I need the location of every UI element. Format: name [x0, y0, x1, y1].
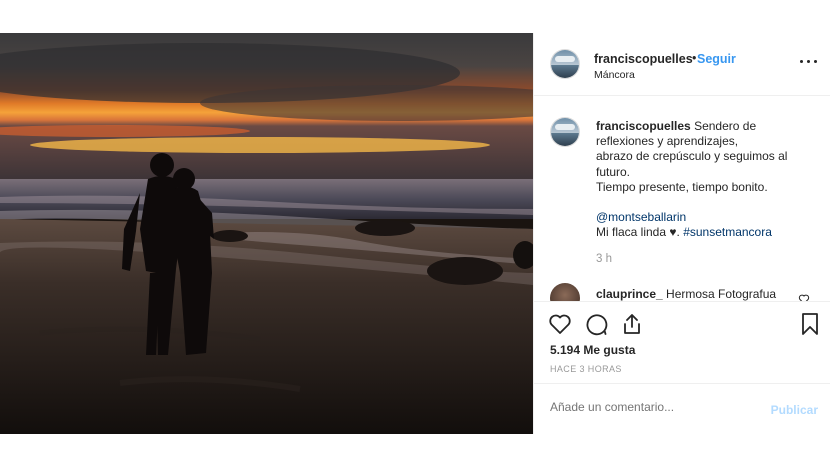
- caption-period: .: [676, 225, 680, 240]
- author-username[interactable]: franciscopuelles: [594, 52, 693, 66]
- hashtag-link[interactable]: #sunsetmancora: [683, 225, 772, 239]
- caption-line: futuro.: [596, 164, 631, 179]
- heart-icon[interactable]: [548, 312, 572, 336]
- commenter-username[interactable]: clauprince_: [596, 287, 663, 301]
- share-icon[interactable]: [620, 312, 644, 336]
- add-comment-box: Publicar: [534, 383, 830, 434]
- comments-section: franciscopuelles Sendero de reflexiones …: [534, 97, 830, 301]
- post-caption: franciscopuelles Sendero de reflexiones …: [596, 119, 816, 240]
- sunset-beach-image: [0, 33, 533, 434]
- more-options-icon[interactable]: [800, 59, 818, 65]
- post-header: franciscopuelles • Seguir Máncora: [534, 33, 830, 96]
- post-location[interactable]: Máncora: [594, 69, 635, 81]
- comment-like-icon[interactable]: [798, 293, 810, 301]
- caption-closing-text: Mi flaca linda: [596, 225, 667, 240]
- caption-line: abrazo de crepúsculo y seguimos al: [596, 149, 788, 164]
- post-photo[interactable]: [0, 33, 533, 434]
- caption-author-avatar[interactable]: [550, 117, 580, 147]
- comment-text: Hermosa Fotografua: [666, 287, 777, 301]
- action-bar: [534, 301, 830, 341]
- commenter-avatar[interactable]: [550, 283, 580, 301]
- comment-input[interactable]: [550, 400, 750, 414]
- caption-line: Tiempo presente, tiempo bonito.: [596, 179, 768, 194]
- caption-line: Sendero de: [694, 119, 757, 133]
- comment-icon[interactable]: [584, 312, 608, 336]
- post-side-panel: franciscopuelles • Seguir Máncora franci…: [533, 33, 830, 434]
- post-age[interactable]: HACE 3 HORAS: [550, 364, 622, 374]
- follow-button[interactable]: Seguir: [697, 52, 736, 66]
- caption-username[interactable]: franciscopuelles: [596, 119, 691, 133]
- mention-link[interactable]: @montseballarin: [596, 210, 686, 224]
- heart-emoji-icon: ♥: [669, 225, 677, 240]
- caption-timestamp[interactable]: 3 h: [596, 253, 612, 265]
- comment-item: clauprince_ Hermosa Fotografua: [596, 287, 776, 301]
- header-separator: •: [692, 51, 697, 65]
- author-avatar[interactable]: [550, 49, 580, 79]
- caption-line: reflexiones y aprendizajes,: [596, 134, 739, 149]
- likes-count[interactable]: 5.194 Me gusta: [550, 343, 635, 357]
- publish-button[interactable]: Publicar: [771, 403, 818, 417]
- bookmark-icon[interactable]: [798, 312, 822, 336]
